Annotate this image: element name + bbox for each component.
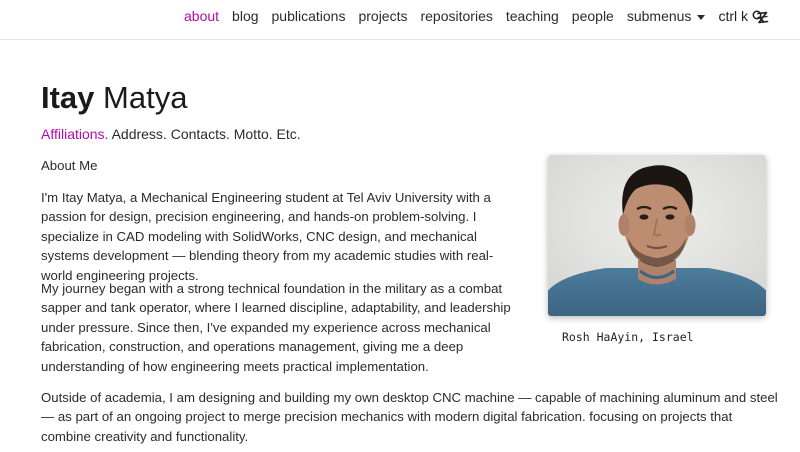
first-name: Itay <box>41 80 95 115</box>
about-paragraph-1: I'm Itay Matya, a Mechanical Engineering… <box>41 190 494 283</box>
subtitle-rest: Address. Contacts. Motto. Etc. <box>108 126 301 142</box>
about-heading: About Me <box>41 158 98 173</box>
about-paragraph-3: Outside of academia, I am designing and … <box>41 390 778 444</box>
nav-item-about[interactable]: about <box>184 8 219 24</box>
nav-item-teaching[interactable]: teaching <box>506 8 559 24</box>
theme-toggle-icon[interactable] <box>755 10 770 25</box>
last-name: Matya <box>94 80 188 115</box>
profile-portrait-image <box>548 155 766 316</box>
photo-caption: Rosh HaAyin, Israel <box>562 330 694 344</box>
nav-item-publications[interactable]: publications <box>272 8 346 24</box>
nav-item-repositories[interactable]: repositories <box>420 8 492 24</box>
nav-item-blog[interactable]: blog <box>232 8 258 24</box>
nav-item-submenus[interactable]: submenus <box>627 8 706 24</box>
subtitle: Affiliations. Address. Contacts. Motto. … <box>41 125 301 143</box>
search-shortcut-label: ctrl k <box>718 8 748 24</box>
nav-item-projects[interactable]: projects <box>358 8 407 24</box>
affiliations-link[interactable]: Affiliations. <box>41 126 108 142</box>
caret-down-icon <box>697 14 706 20</box>
nav-item-people[interactable]: people <box>572 8 614 24</box>
nav-list: about blog publications projects reposit… <box>171 8 764 24</box>
profile-photo <box>548 155 766 316</box>
about-paragraph-2: My journey began with a strong technical… <box>41 281 511 374</box>
submenus-label: submenus <box>626 8 692 24</box>
navbar: about blog publications projects reposit… <box>0 0 800 40</box>
page-title: Itay Matya <box>41 80 187 116</box>
